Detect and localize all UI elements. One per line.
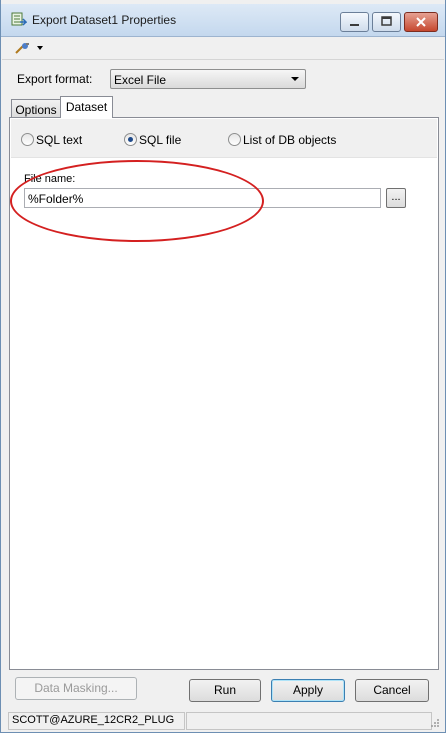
minimize-button[interactable] xyxy=(340,12,369,32)
resize-grip-icon[interactable] xyxy=(430,718,440,728)
status-connection-text: SCOTT@AZURE_12CR2_PLUG xyxy=(12,714,175,726)
run-button[interactable]: Run xyxy=(189,679,261,702)
radio-sql-file-label[interactable]: SQL file xyxy=(139,133,181,147)
radio-sql-text[interactable] xyxy=(21,133,34,146)
close-icon xyxy=(416,17,426,27)
radio-sql-file[interactable] xyxy=(124,133,137,146)
chevron-down-icon[interactable] xyxy=(37,46,43,50)
status-bar: SCOTT@AZURE_12CR2_PLUG xyxy=(2,710,444,732)
tab-options-label: Options xyxy=(15,103,57,117)
close-button[interactable] xyxy=(404,12,438,32)
source-option-group: SQL text SQL file List of DB objects xyxy=(11,119,437,158)
cancel-button[interactable]: Cancel xyxy=(355,679,429,702)
tab-dataset-label: Dataset xyxy=(65,100,108,114)
export-format-select[interactable]: Excel File xyxy=(110,69,306,89)
export-format-label: Export format: xyxy=(17,72,93,86)
file-name-field[interactable]: %Folder% xyxy=(24,188,381,208)
export-format-value: Excel File xyxy=(114,73,167,87)
dialog-window: Export Dataset1 Properties Export format… xyxy=(0,0,446,733)
status-connection: SCOTT@AZURE_12CR2_PLUG xyxy=(8,712,185,730)
file-name-value: %Folder% xyxy=(28,192,84,206)
maximize-button[interactable] xyxy=(372,12,401,32)
file-name-label: File name: xyxy=(24,173,76,185)
maximize-icon xyxy=(381,16,392,26)
data-masking-button[interactable]: Data Masking... xyxy=(15,677,137,700)
chevron-down-icon xyxy=(291,77,299,81)
radio-list-db-objects[interactable] xyxy=(228,133,241,146)
toolbar xyxy=(2,37,444,60)
tab-options[interactable]: Options xyxy=(11,99,61,119)
wand-plug-icon[interactable] xyxy=(14,40,30,59)
browse-button[interactable]: ... xyxy=(386,188,406,208)
tab-dataset[interactable]: Dataset xyxy=(60,96,113,118)
status-extra xyxy=(186,712,432,730)
radio-list-db-objects-label[interactable]: List of DB objects xyxy=(243,133,336,147)
apply-button[interactable]: Apply xyxy=(271,679,345,702)
window-title: Export Dataset1 Properties xyxy=(32,13,177,27)
dataset-export-icon xyxy=(11,12,28,28)
title-bar[interactable]: Export Dataset1 Properties xyxy=(1,4,445,37)
minimize-icon xyxy=(350,24,359,26)
radio-sql-text-label[interactable]: SQL text xyxy=(36,133,82,147)
